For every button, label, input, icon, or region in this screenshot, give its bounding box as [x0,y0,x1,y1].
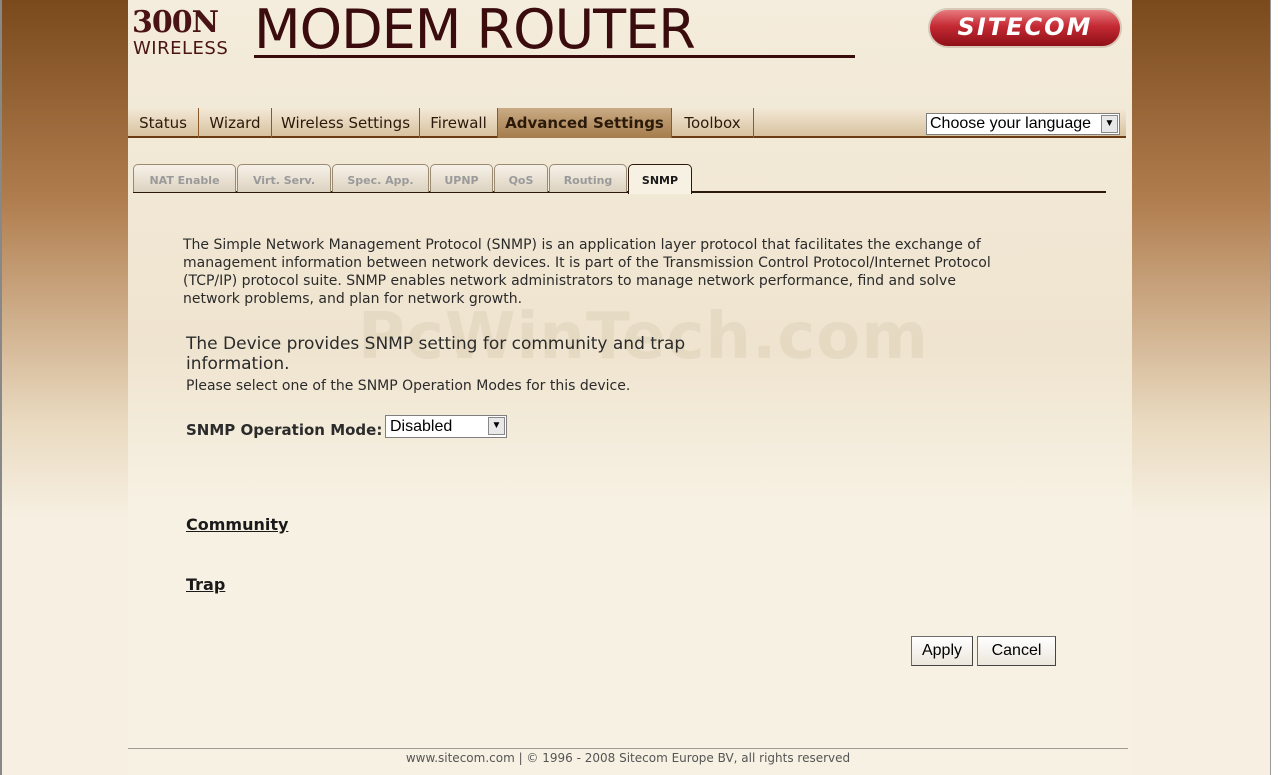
tab-upnp[interactable]: UPNP [430,164,493,192]
logo-wireless: WIRELESS [133,38,229,59]
language-select-value: Choose your language [930,115,1092,132]
trap-link[interactable]: Trap [186,575,225,594]
browser-left-edge [0,0,2,775]
footer-copyright: www.sitecom.com | © 1996 - 2008 Sitecom … [405,751,851,765]
description-line: management information between network d… [183,255,991,271]
tab-routing[interactable]: Routing [549,164,627,192]
chevron-down-icon: ▼ [1101,115,1118,133]
language-select[interactable]: Choose your language ▼ [926,113,1120,135]
nav-advanced-settings[interactable]: Advanced Settings [498,108,672,138]
nav-wireless-settings[interactable]: Wireless Settings [272,108,420,138]
tab-snmp[interactable]: SNMP [628,164,692,194]
tab-virt-serv[interactable]: Virt. Serv. [237,164,331,192]
description-line: (TCP/IP) protocol suite. SNMP enables ne… [183,273,956,289]
snmp-description: The Simple Network Management Protocol (… [183,236,1063,308]
snmp-mode-select[interactable]: Disabled ▼ [385,415,507,438]
nav-wizard[interactable]: Wizard [199,108,272,138]
tab-nat-enable[interactable]: NAT Enable [133,164,236,192]
sub-tabs: NAT Enable Virt. Serv. Spec. App. UPNP Q… [133,164,1106,194]
tab-spec-app[interactable]: Spec. App. [332,164,429,192]
browser-scrollbar[interactable] [1270,0,1278,775]
nav-firewall[interactable]: Firewall [420,108,498,138]
description-line: The Simple Network Management Protocol (… [183,237,981,253]
logo-title: MODEM ROUTER [254,0,696,61]
logo-model: 300N [132,5,219,40]
snmp-mode-label: SNMP Operation Mode: [186,421,383,439]
cancel-button[interactable]: Cancel [977,636,1056,666]
device-info-line: information. [186,354,290,374]
footer-divider [128,748,1128,749]
chevron-down-icon: ▼ [488,417,505,435]
router-page: 300N WIRELESS MODEM ROUTER SITECOM Statu… [128,0,1132,775]
nav-toolbox[interactable]: Toolbox [672,108,754,138]
nav-status[interactable]: Status [128,108,199,138]
logo-underline [254,55,855,58]
brand-logo: SITECOM [928,8,1122,48]
tab-qos[interactable]: QoS [494,164,548,192]
community-link[interactable]: Community [186,515,288,534]
snmp-mode-value: Disabled [390,418,453,435]
select-hint: Please select one of the SNMP Operation … [186,378,631,394]
apply-button[interactable]: Apply [911,636,973,666]
device-info-line: The Device provides SNMP setting for com… [186,334,686,354]
device-info-text: The Device provides SNMP setting for com… [186,334,746,374]
